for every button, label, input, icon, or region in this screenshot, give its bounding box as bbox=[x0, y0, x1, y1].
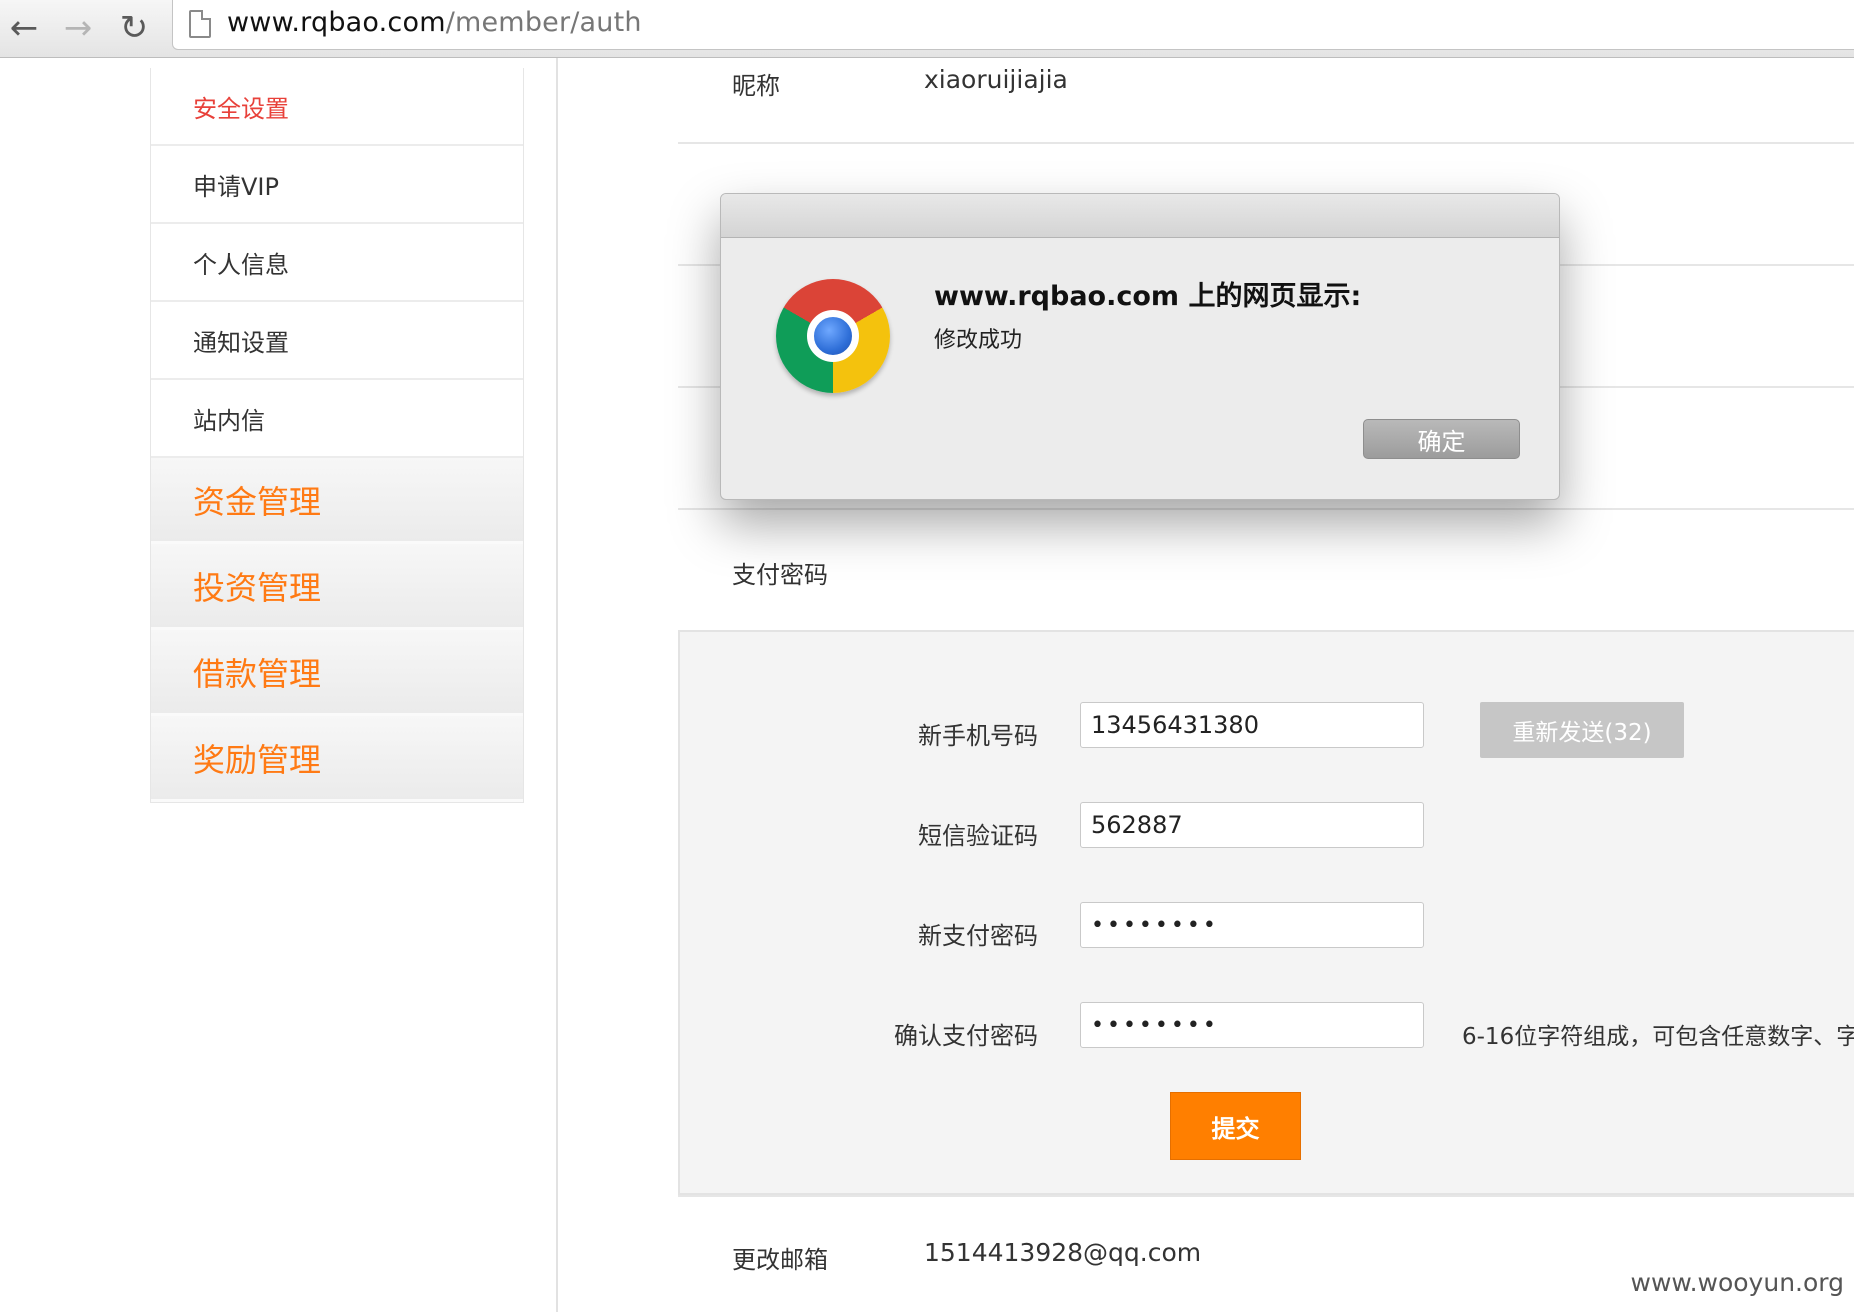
new-pay-password-label: 新支付密码 bbox=[918, 922, 1038, 950]
forward-icon[interactable]: → bbox=[56, 6, 100, 50]
nickname-value: xiaoruijiajia bbox=[924, 65, 1068, 94]
url-host: www.rqbao.com bbox=[227, 7, 446, 38]
submit-button[interactable]: 提交 bbox=[1170, 1092, 1301, 1160]
sidebar-item-profile[interactable]: 个人信息 bbox=[151, 224, 523, 302]
sidebar-item-security[interactable]: 安全设置 bbox=[151, 68, 523, 146]
chrome-logo-icon bbox=[776, 279, 890, 393]
row-divider bbox=[678, 508, 1854, 510]
password-hint: 6-16位字符组成，可包含任意数字、字 bbox=[1462, 1024, 1854, 1050]
content-divider bbox=[556, 58, 558, 1312]
sms-code-input[interactable]: 562887 bbox=[1080, 802, 1424, 848]
sms-code-label: 短信验证码 bbox=[918, 822, 1038, 850]
resend-button[interactable]: 重新发送(32) bbox=[1480, 702, 1684, 758]
change-email-label: 更改邮箱 bbox=[732, 1246, 828, 1274]
confirm-pay-password-label: 确认支付密码 bbox=[894, 1022, 1038, 1050]
sidebar-item-messages[interactable]: 站内信 bbox=[151, 380, 523, 458]
sidebar-item-notifications[interactable]: 通知设置 bbox=[151, 302, 523, 380]
new-pay-password-input[interactable]: •••••••• bbox=[1080, 902, 1424, 948]
email-value: 1514413928@qq.com bbox=[924, 1238, 1202, 1267]
address-bar[interactable]: www.rqbao.com/member/auth bbox=[172, 0, 1854, 50]
watermark: www.wooyun.org bbox=[1630, 1268, 1844, 1297]
alert-dialog: www.rqbao.com 上的网页显示: 修改成功 确定 bbox=[720, 193, 1560, 500]
sidebar-group-funds[interactable]: 资金管理 bbox=[151, 458, 523, 544]
dialog-title: www.rqbao.com 上的网页显示: bbox=[934, 281, 1362, 312]
page-icon bbox=[189, 10, 211, 38]
row-divider bbox=[678, 142, 1854, 144]
pay-password-label: 支付密码 bbox=[732, 561, 828, 589]
ok-button[interactable]: 确定 bbox=[1363, 419, 1520, 459]
sidebar-group-rewards[interactable]: 奖励管理 bbox=[151, 716, 523, 802]
nickname-label: 昵称 bbox=[732, 72, 780, 100]
sidebar-group-investment[interactable]: 投资管理 bbox=[151, 544, 523, 630]
reload-icon[interactable]: ↻ bbox=[112, 6, 156, 50]
back-icon[interactable]: ← bbox=[2, 6, 46, 50]
new-phone-label: 新手机号码 bbox=[918, 722, 1038, 750]
confirm-pay-password-input[interactable]: •••••••• bbox=[1080, 1002, 1424, 1048]
member-sidebar: 安全设置 申请VIP 个人信息 通知设置 站内信 资金管理 投资管理 借款管理 … bbox=[150, 68, 524, 803]
sidebar-item-vip[interactable]: 申请VIP bbox=[151, 146, 523, 224]
dialog-titlebar bbox=[721, 194, 1559, 238]
new-phone-input[interactable]: 13456431380 bbox=[1080, 702, 1424, 748]
url-path: /member/auth bbox=[445, 7, 642, 38]
browser-toolbar: ← → ↻ www.rqbao.com/member/auth bbox=[0, 0, 1854, 58]
sidebar-group-loans[interactable]: 借款管理 bbox=[151, 630, 523, 716]
dialog-message: 修改成功 bbox=[934, 328, 1023, 353]
row-divider bbox=[678, 1195, 1854, 1197]
url-text[interactable]: www.rqbao.com/member/auth bbox=[227, 7, 642, 38]
